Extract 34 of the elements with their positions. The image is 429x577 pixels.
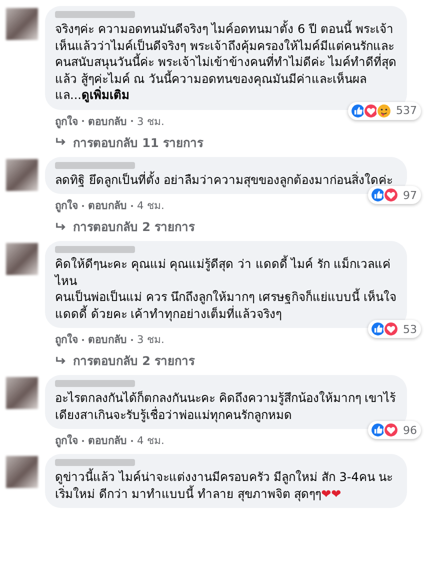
reaction-summary[interactable]: 97 bbox=[368, 186, 421, 204]
comment-text: คิดให้ดีๆนะคะ คุณแม่ คุณแม่รู้ดีสุด ว่า แดดดี้ ไมค์ รัก แม็กเวลแค่ไหน คนเป็นพ่อเป็นแม่ ควร นึกถึงลูกให้มากๆ เศรษฐกิจก็แย่แบบนี้ เห็นใจ แดดดี้ ด้วยคะ เค้าทำทุกอย่างเต็มที่แล้วจริงๆ bbox=[55, 256, 397, 322]
blurred-avatar[interactable] bbox=[6, 377, 38, 409]
reply-link[interactable]: ตอบกลับ bbox=[88, 331, 127, 348]
reply-link[interactable]: ตอบกลับ bbox=[88, 112, 127, 130]
view-replies-link[interactable]: การตอบกลับ 2 รายการ bbox=[73, 217, 195, 236]
blurred-avatar[interactable] bbox=[6, 243, 38, 275]
blurred-avatar[interactable] bbox=[6, 158, 38, 190]
reaction-summary[interactable]: 537 bbox=[348, 102, 421, 120]
reply-arrow-icon bbox=[55, 137, 67, 147]
comment-text: ดูข่าวนี้แล้ว ไมค์น่าจะแต่งงานมีครอบครัว มีลูกใหม่ สัก 3-4คน นะ เริ่มใหม่ ดีกว่า มาทำแบบนี้ ทำลาย สุขภาพจิต สุดๆๆ❤❤ bbox=[55, 469, 394, 502]
reply-arrow-icon bbox=[55, 222, 67, 232]
comment-text: ลดทิฐิ ยึดลูกเป็นที่ตั้ง อย่าลืมว่าความสุขของลูกต้องมาก่อนสิ่งใดค่ะ bbox=[55, 172, 394, 188]
reply-link[interactable]: ตอบกลับ bbox=[88, 432, 127, 449]
like-link[interactable]: ถูกใจ bbox=[55, 197, 78, 214]
see-more-link[interactable]: ดูเพิ่มเติม bbox=[81, 88, 130, 102]
like-link[interactable]: ถูกใจ bbox=[55, 112, 78, 130]
comment-text: จริงๆค่ะ ความอดทนมันดีจริงๆ ไมค์อดทนมาตั้ง 6 ปี ตอนนี้ พระเจ้าเห็นแล้วว่าไมค์เป็นดีจริงๆ พระเจ้าถึงคุ้มครองให้ไมค์มีแต่คนรักและคนสนับสนุนวันนี้ค่ะ พระเจ้าไม่เข้าข้างคนที่ทำไม่ดีค่ะ ไมค์ทำดีที่สุดแล้ว สู้ๆค่ะไมค์ ณ วันนี้ความอดทนของคุณมันมีค่าและเห็นผลแล...ดูเพิ่มเติม bbox=[55, 21, 397, 104]
view-replies-link[interactable]: การตอบกลับ 11 รายการ bbox=[73, 132, 204, 152]
comment-text: อะไรตกลงกันได้ก็ตกลงกันนะคะ คิดถึงความรู้สึกน้องให้มากๆ เขาไร้เดียงสาเกินจะรับรู้เชื่อว่าพ่อแม่ทุกคนรักลูกหมด bbox=[55, 390, 397, 423]
comment-time: 3 ชม. bbox=[137, 114, 164, 130]
reaction-summary[interactable]: 96 bbox=[368, 421, 421, 439]
comment-time: 4 ชม. bbox=[137, 434, 164, 449]
blurred-avatar[interactable] bbox=[6, 8, 38, 40]
comment-time: 4 ชม. bbox=[137, 199, 164, 214]
like-link[interactable]: ถูกใจ bbox=[55, 331, 78, 348]
reaction-summary[interactable]: 53 bbox=[368, 320, 421, 338]
reply-link[interactable]: ตอบกลับ bbox=[88, 197, 127, 214]
like-link[interactable]: ถูกใจ bbox=[55, 432, 78, 449]
comment-time: 3 ชม. bbox=[137, 333, 164, 348]
blurred-avatar[interactable] bbox=[6, 456, 38, 488]
heart-emoji: ❤❤ bbox=[321, 486, 342, 500]
view-replies-link[interactable]: การตอบกลับ 2 รายการ bbox=[73, 351, 195, 370]
reply-arrow-icon bbox=[55, 356, 67, 366]
